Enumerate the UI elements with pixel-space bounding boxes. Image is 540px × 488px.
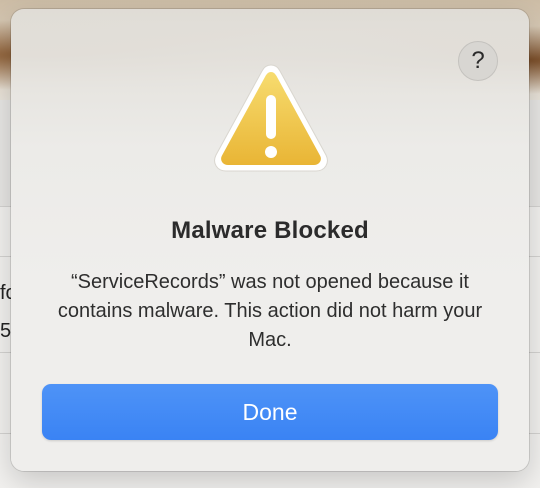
- help-button-label: ?: [471, 47, 485, 74]
- malware-alert-dialog: ? Malware Blocked “ServiceRecords” was n…: [11, 9, 529, 471]
- background-text: 5: [0, 320, 12, 342]
- done-button-label: Done: [242, 398, 298, 425]
- done-button[interactable]: Done: [42, 384, 498, 440]
- warning-triangle-icon: [214, 64, 328, 172]
- dialog-message: “ServiceRecords” was not opened because …: [57, 271, 483, 351]
- dialog-title: Malware Blocked: [171, 217, 369, 244]
- help-button[interactable]: ?: [458, 41, 498, 81]
